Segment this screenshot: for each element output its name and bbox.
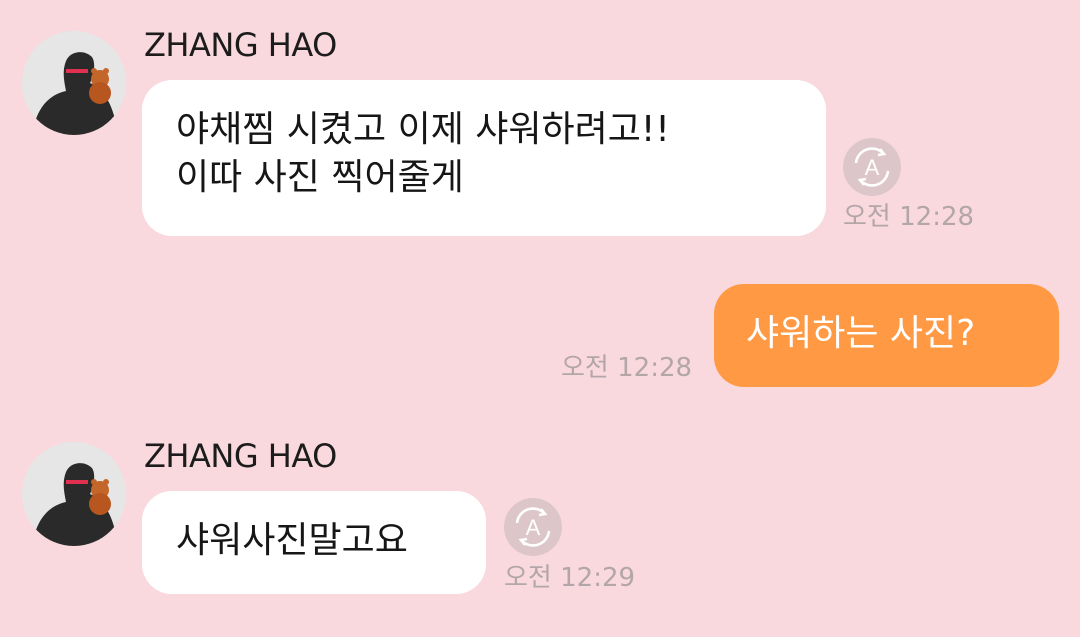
sender-avatar[interactable] (22, 442, 126, 546)
svg-text:A: A (526, 515, 541, 540)
message-timestamp: 오전 12:28 (561, 353, 693, 383)
message-timestamp: 오전 12:28 (843, 202, 975, 232)
incoming-message-bubble[interactable]: 샤워사진말고요 (142, 491, 486, 594)
message-text-line: 이따 사진 찍어줄게 (176, 157, 464, 198)
sender-name: ZHANG HAO (144, 26, 337, 64)
incoming-message-bubble[interactable]: 야채찜 시켰고 이제 샤워하려고!! 이따 사진 찍어줄게 (142, 80, 826, 236)
translate-a-icon: A (854, 147, 890, 187)
sender-avatar[interactable] (22, 31, 126, 135)
sender-name: ZHANG HAO (144, 437, 337, 475)
outgoing-message-bubble[interactable]: 샤워하는 사진? (714, 284, 1059, 387)
svg-text:A: A (865, 155, 880, 180)
translate-a-icon: A (515, 507, 551, 547)
message-text-line: 야채찜 시켰고 이제 샤워하려고!! (176, 109, 670, 150)
translate-button[interactable]: A (504, 498, 562, 556)
message-timestamp: 오전 12:29 (504, 563, 636, 593)
translate-button[interactable]: A (843, 138, 901, 196)
